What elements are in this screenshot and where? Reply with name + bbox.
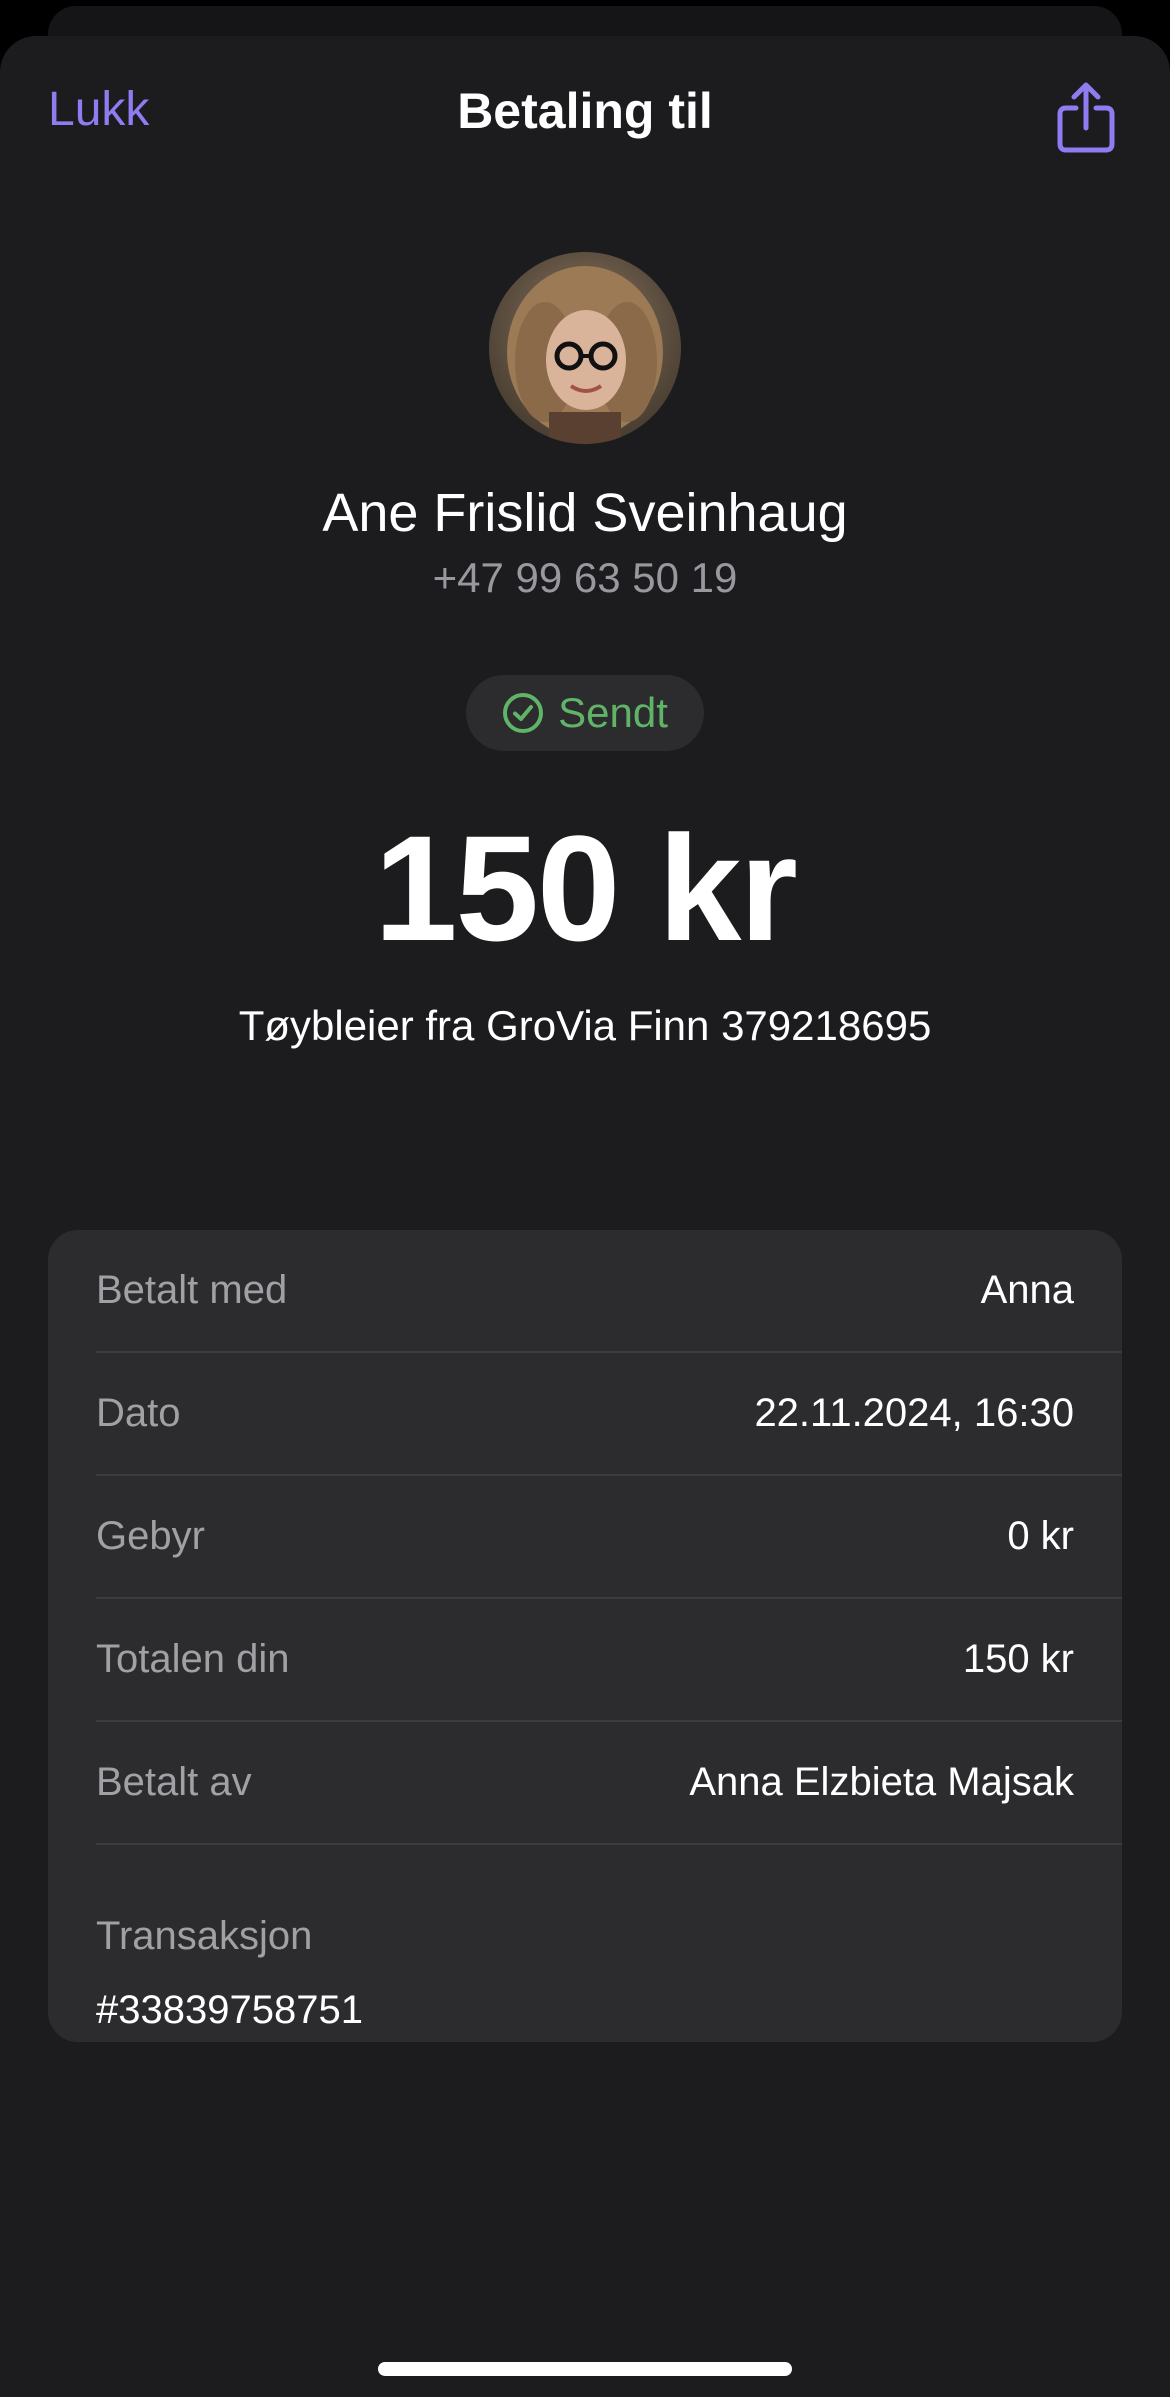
details-card: Betalt med Anna Dato 22.11.2024, 16:30 G…: [48, 1230, 1122, 2042]
payment-message: Tøybleier fra GroVia Finn 379218695: [238, 1002, 932, 1049]
page-title: Betaling til: [457, 83, 713, 139]
transaction-label: Transaksjon: [96, 1914, 313, 1958]
detail-value: 0 kr: [1007, 1514, 1074, 1558]
detail-label: Betalt med: [96, 1268, 288, 1312]
detail-label: Totalen din: [96, 1637, 290, 1681]
recipient-phone: +47 99 63 50 19: [432, 554, 738, 601]
detail-row-date: Dato 22.11.2024, 16:30: [96, 1353, 1122, 1476]
status-label: Sendt: [558, 689, 668, 736]
detail-row-fee: Gebyr 0 kr: [96, 1476, 1122, 1599]
detail-value: Anna Elzbieta Majsak: [689, 1760, 1074, 1804]
avatar: [489, 252, 681, 444]
home-indicator[interactable]: [378, 2362, 792, 2376]
nav-bar: Lukk Betaling til: [0, 36, 1170, 206]
status-badge: Sendt: [466, 675, 704, 751]
detail-row-paid-with: Betalt med Anna: [96, 1230, 1122, 1353]
transaction-id[interactable]: #33839758751: [96, 1988, 363, 2033]
detail-value: 150 kr: [962, 1637, 1074, 1681]
check-circle-icon: [503, 693, 544, 733]
detail-row-total: Totalen din 150 kr: [96, 1599, 1122, 1722]
detail-label: Dato: [96, 1391, 181, 1435]
payment-amount: 150 kr: [374, 804, 798, 972]
detail-value: 22.11.2024, 16:30: [754, 1391, 1074, 1435]
payment-detail-sheet: Lukk Betaling til Ane Frislid Sveinhaug …: [0, 36, 1170, 2397]
share-icon[interactable]: [1054, 80, 1118, 156]
recipient-name: Ane Frislid Sveinhaug: [322, 483, 848, 543]
detail-row-paid-by: Betalt av Anna Elzbieta Majsak: [96, 1722, 1122, 1845]
detail-label: Gebyr: [96, 1514, 205, 1558]
detail-label: Betalt av: [96, 1760, 252, 1804]
detail-value: Anna: [980, 1268, 1074, 1312]
